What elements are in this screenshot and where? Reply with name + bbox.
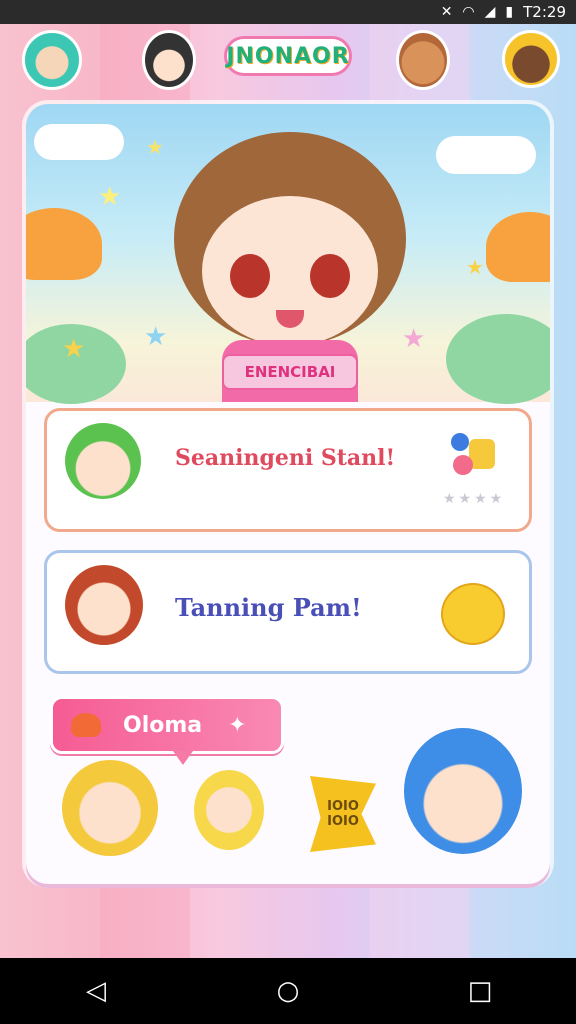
mushroom xyxy=(26,208,102,280)
star-icon: ★ xyxy=(62,334,86,364)
smiley-icon xyxy=(441,583,505,645)
character-eye xyxy=(310,254,350,298)
item-title: Seaningeni Stanl! xyxy=(175,445,396,471)
star-icon: ★ xyxy=(402,324,426,354)
main-card: ★ ★ ★ ★ ★ ★ ENENCIBAI Seaningeni Stanl! … xyxy=(26,104,550,884)
character-avatar xyxy=(65,423,141,499)
star-icon: ★ xyxy=(98,182,122,212)
app-logo[interactable]: JNONAOR xyxy=(224,36,352,76)
mushroom xyxy=(486,212,550,282)
hero-banner: ENENCIBAI xyxy=(222,354,358,390)
system-nav-bar: ◁ ○ □ xyxy=(0,958,576,1024)
back-button[interactable]: ◁ xyxy=(66,976,126,1006)
avatar[interactable] xyxy=(502,30,560,88)
star-icon: ✦ xyxy=(228,712,247,738)
avatar[interactable] xyxy=(396,30,450,90)
character-sticker[interactable] xyxy=(62,760,158,856)
bush xyxy=(446,314,550,404)
action-label: Oloma xyxy=(123,712,203,738)
signal-icon: ◢ xyxy=(484,4,496,20)
character-avatar xyxy=(65,565,143,645)
no-sim-icon: ✕ xyxy=(440,4,453,20)
avatar[interactable] xyxy=(22,30,82,90)
home-button[interactable]: ○ xyxy=(258,976,318,1006)
star-icon: ★ xyxy=(146,135,164,159)
colorful-shapes-icon xyxy=(451,433,499,477)
avatar[interactable] xyxy=(142,30,196,90)
item-title: Tanning Pam! xyxy=(175,593,362,622)
recents-button[interactable]: □ xyxy=(450,976,510,1006)
wifi-icon: ◠ xyxy=(462,4,475,20)
hero-image: ★ ★ ★ ★ ★ ★ ENENCIBAI xyxy=(26,104,550,404)
battery-icon: ▮ xyxy=(505,4,514,20)
character-sticker[interactable] xyxy=(194,770,264,850)
character-eye xyxy=(230,254,270,298)
rating-stars: ★★★★ xyxy=(443,491,506,507)
list-item[interactable]: Seaningeni Stanl! ★★★★ xyxy=(44,408,532,532)
star-icon: ★ xyxy=(466,255,484,279)
character-sticker[interactable] xyxy=(404,728,522,854)
list-item[interactable]: Tanning Pam! xyxy=(44,550,532,674)
star-icon: ★ xyxy=(144,322,168,352)
status-time: T2:29 xyxy=(523,3,566,21)
status-bar: ✕ ◠ ◢ ▮ T2:29 xyxy=(0,0,576,24)
action-button[interactable]: Oloma ✦ xyxy=(50,696,284,765)
cloud xyxy=(34,124,124,160)
sticker-tag: IOIO IOIO xyxy=(310,776,376,852)
cloud xyxy=(436,136,536,174)
fire-icon xyxy=(71,713,101,737)
